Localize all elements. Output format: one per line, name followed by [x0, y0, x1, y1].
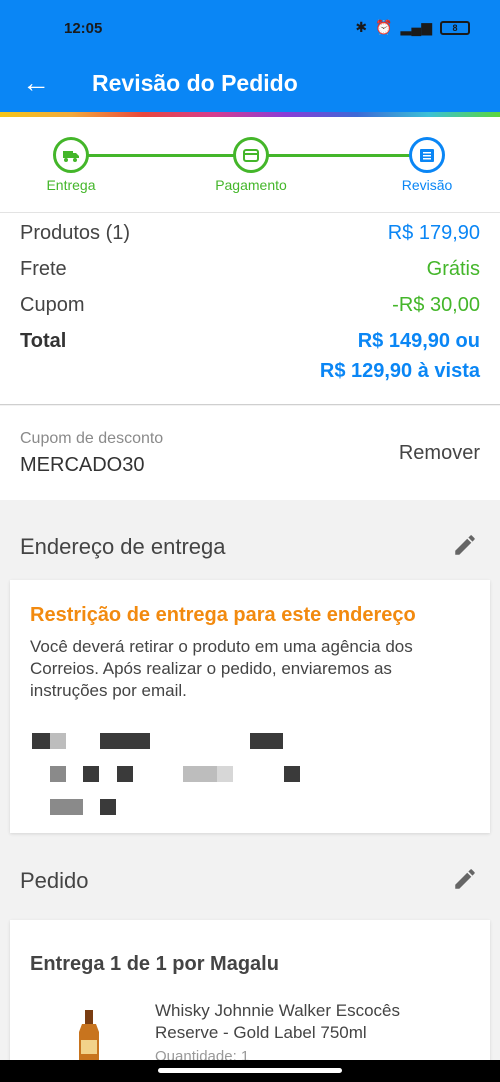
list-icon	[420, 148, 434, 162]
card-icon	[243, 148, 259, 162]
coupon-code: MERCADO30	[20, 454, 145, 476]
total-value-installments: R$ 149,90 ou	[357, 330, 480, 352]
battery-icon: 8	[440, 20, 470, 35]
products-label: Produtos (1)	[20, 222, 131, 244]
step-label-pagamento: Pagamento	[215, 177, 287, 193]
delivery-title: Entrega 1 de 1 por Magalu	[30, 953, 279, 975]
alarm-icon: ⏰	[375, 19, 393, 35]
step-revisao[interactable]	[409, 137, 445, 173]
coupon-caption: Cupom de desconto	[20, 430, 164, 447]
address-section-title: Endereço de entrega	[20, 534, 226, 559]
arrow-left-icon[interactable]: ←	[22, 68, 50, 98]
signal-icon: ▂▄▆	[400, 19, 432, 35]
step-label-revisao: Revisão	[401, 177, 453, 193]
shipping-value: Grátis	[426, 258, 480, 280]
remove-coupon-button[interactable]: Remover	[399, 442, 480, 465]
step-entrega[interactable]	[53, 137, 89, 173]
truck-icon	[63, 150, 79, 162]
total-value-cash: R$ 129,90 à vista	[319, 360, 480, 382]
step-pagamento[interactable]	[233, 137, 269, 173]
coupon-value: -R$ 30,00	[392, 294, 480, 316]
step-connector	[88, 154, 234, 157]
checkout-stepper: Entrega Pagamento Revisão	[0, 117, 500, 213]
order-summary: Produtos (1) R$ 179,90 Frete Grátis Cupo…	[0, 213, 500, 405]
edit-order-pencil-icon[interactable]	[452, 866, 478, 892]
system-nav-bar	[0, 1060, 500, 1082]
products-value: R$ 179,90	[387, 222, 480, 244]
bluetooth-icon: ✱	[355, 19, 368, 35]
order-section-title: Pedido	[20, 868, 89, 893]
restriction-text: Você deverá retirar o produto em uma agê…	[30, 637, 413, 700]
status-bar: 12:05 ✱ ⏰ ▂▄▆ 8	[0, 0, 500, 58]
page-title: Revisão do Pedido	[92, 70, 298, 96]
order-card: Entrega 1 de 1 por Magalu Whisky Johnnie…	[10, 920, 490, 1082]
app-bar: ← Revisão do Pedido	[0, 58, 500, 112]
coupon-label: Cupom	[20, 294, 85, 316]
edit-address-pencil-icon[interactable]	[452, 532, 478, 558]
status-icons: ✱ ⏰ ▂▄▆ 8	[355, 19, 470, 36]
restriction-title: Restrição de entrega para este endereço	[30, 604, 416, 626]
status-time: 12:05	[64, 20, 103, 37]
shipping-label: Frete	[20, 258, 67, 280]
total-label: Total	[20, 330, 67, 352]
home-indicator[interactable]	[158, 1068, 342, 1073]
coupon-section: Cupom de desconto MERCADO30 Remover	[0, 406, 500, 500]
step-connector	[268, 154, 410, 157]
address-card: Restrição de entrega para este endereço …	[10, 580, 490, 833]
product-name[interactable]: Whisky Johnnie Walker Escocês Reserve - …	[155, 1000, 455, 1044]
step-label-entrega: Entrega	[46, 177, 96, 193]
